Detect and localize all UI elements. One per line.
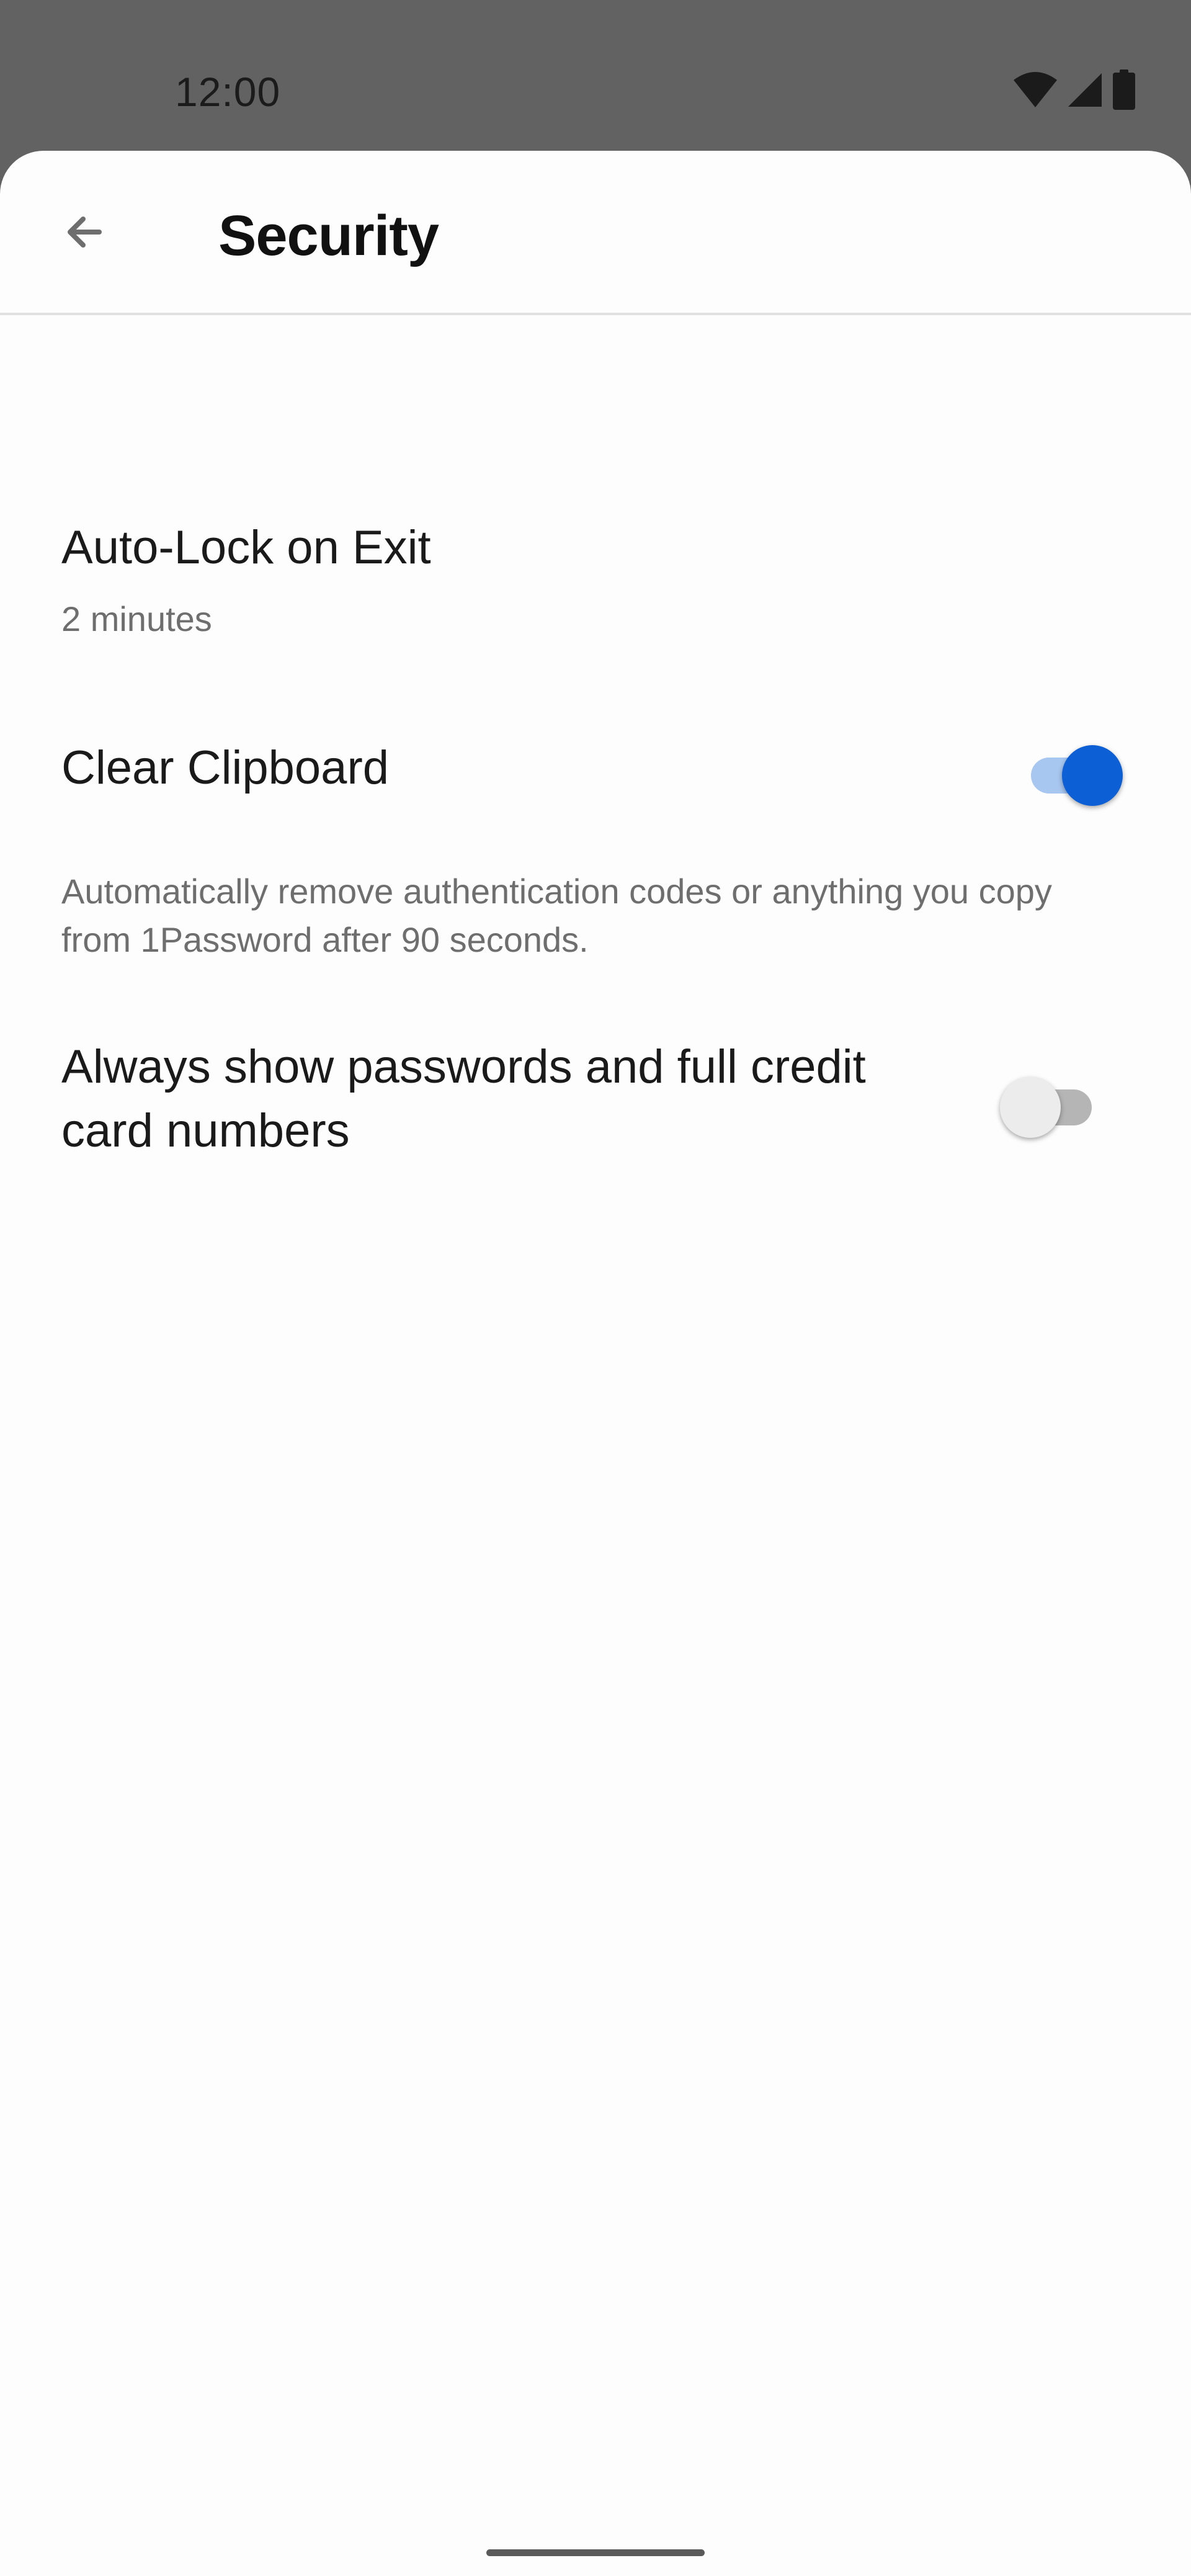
auto-lock-setting[interactable]: Auto-Lock on Exit 2 minutes [0, 315, 1191, 638]
status-bar: 12:00 [0, 0, 1191, 151]
battery-icon [1112, 69, 1136, 110]
clear-clipboard-title: Clear Clipboard [61, 741, 390, 794]
signal-icon [1067, 72, 1103, 108]
back-button[interactable] [43, 193, 124, 274]
gesture-bar[interactable] [486, 2549, 705, 2556]
toggle-thumb [1062, 745, 1123, 806]
always-show-title-line2: card numbers [61, 1104, 350, 1157]
status-icons [1012, 68, 1136, 112]
page-title: Security [218, 204, 439, 267]
app-bar: Security [0, 151, 1191, 315]
status-time: 12:00 [175, 69, 281, 115]
clear-clipboard-toggle[interactable] [1017, 735, 1123, 806]
auto-lock-value: 2 minutes [61, 599, 212, 638]
always-show-toggle[interactable] [1000, 1067, 1105, 1138]
clear-clipboard-description: Automatically remove authentication code… [61, 872, 1052, 959]
arrow-left-icon [62, 210, 105, 257]
toggle-thumb [1000, 1077, 1061, 1138]
auto-lock-title: Auto-Lock on Exit [61, 521, 431, 574]
security-sheet: Security Auto-Lock on Exit 2 minutes Cle… [0, 151, 1191, 2576]
screen: 12:00 Security Auto-Lock on Exit 2 minut… [0, 0, 1191, 2576]
wifi-icon [1012, 71, 1058, 109]
always-show-title-line1: Always show passwords and full credit [61, 1040, 866, 1093]
